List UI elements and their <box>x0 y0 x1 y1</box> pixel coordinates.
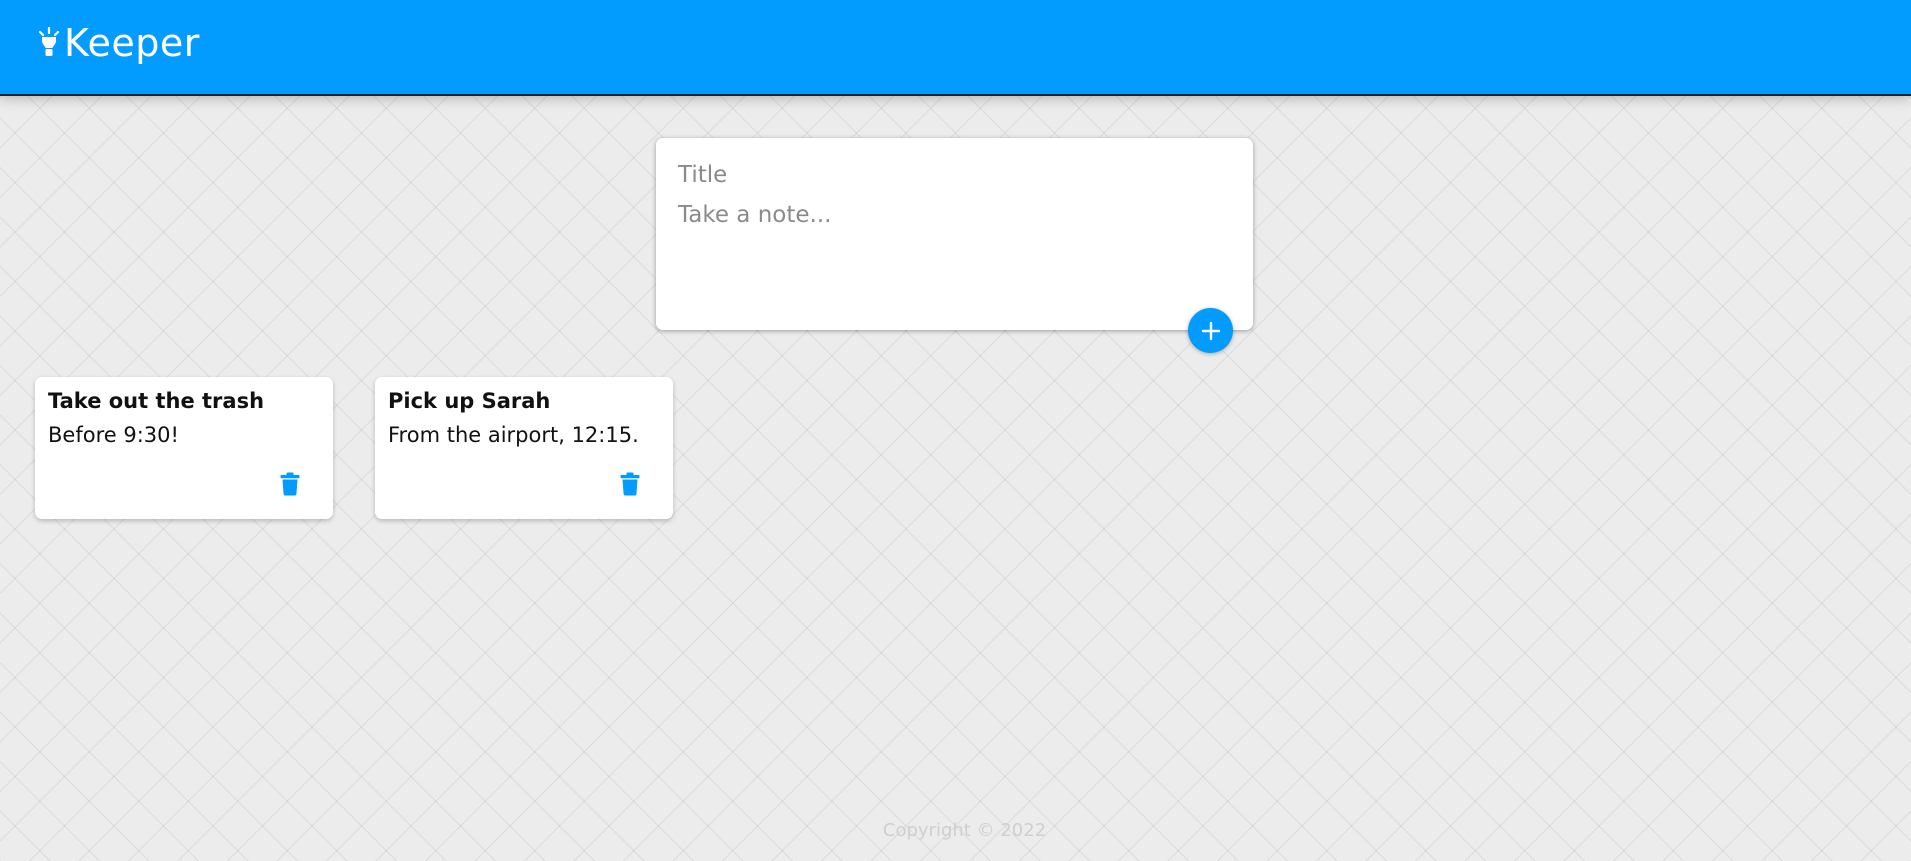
note-title: Take out the trash <box>48 389 265 413</box>
plus-icon <box>1201 321 1220 340</box>
note-card: Pick up Sarah From the airport, 12:15. <box>375 377 673 519</box>
add-note-button[interactable] <box>1188 308 1233 353</box>
note-title: Pick up Sarah <box>388 389 551 413</box>
copyright-text: Copyright © 2022 <box>882 820 1047 841</box>
note-card: Take out the trash Before 9:30! <box>35 377 333 519</box>
note-content: From the airport, 12:15. <box>388 423 639 447</box>
delete-note-button[interactable] <box>615 469 645 499</box>
note-content: Before 9:30! <box>48 423 179 447</box>
trash-icon <box>620 472 640 496</box>
app-title: Keeper <box>64 21 200 65</box>
trash-icon <box>280 472 300 496</box>
footer: Copyright © 2022 <box>0 820 1911 841</box>
note-composer <box>656 138 1253 330</box>
title-input[interactable] <box>678 158 1228 192</box>
brand: Keeper <box>38 24 200 62</box>
app-header: Keeper <box>0 0 1911 96</box>
lightbulb-icon <box>38 27 60 56</box>
delete-note-button[interactable] <box>275 469 305 499</box>
note-content-input[interactable] <box>678 198 1228 308</box>
